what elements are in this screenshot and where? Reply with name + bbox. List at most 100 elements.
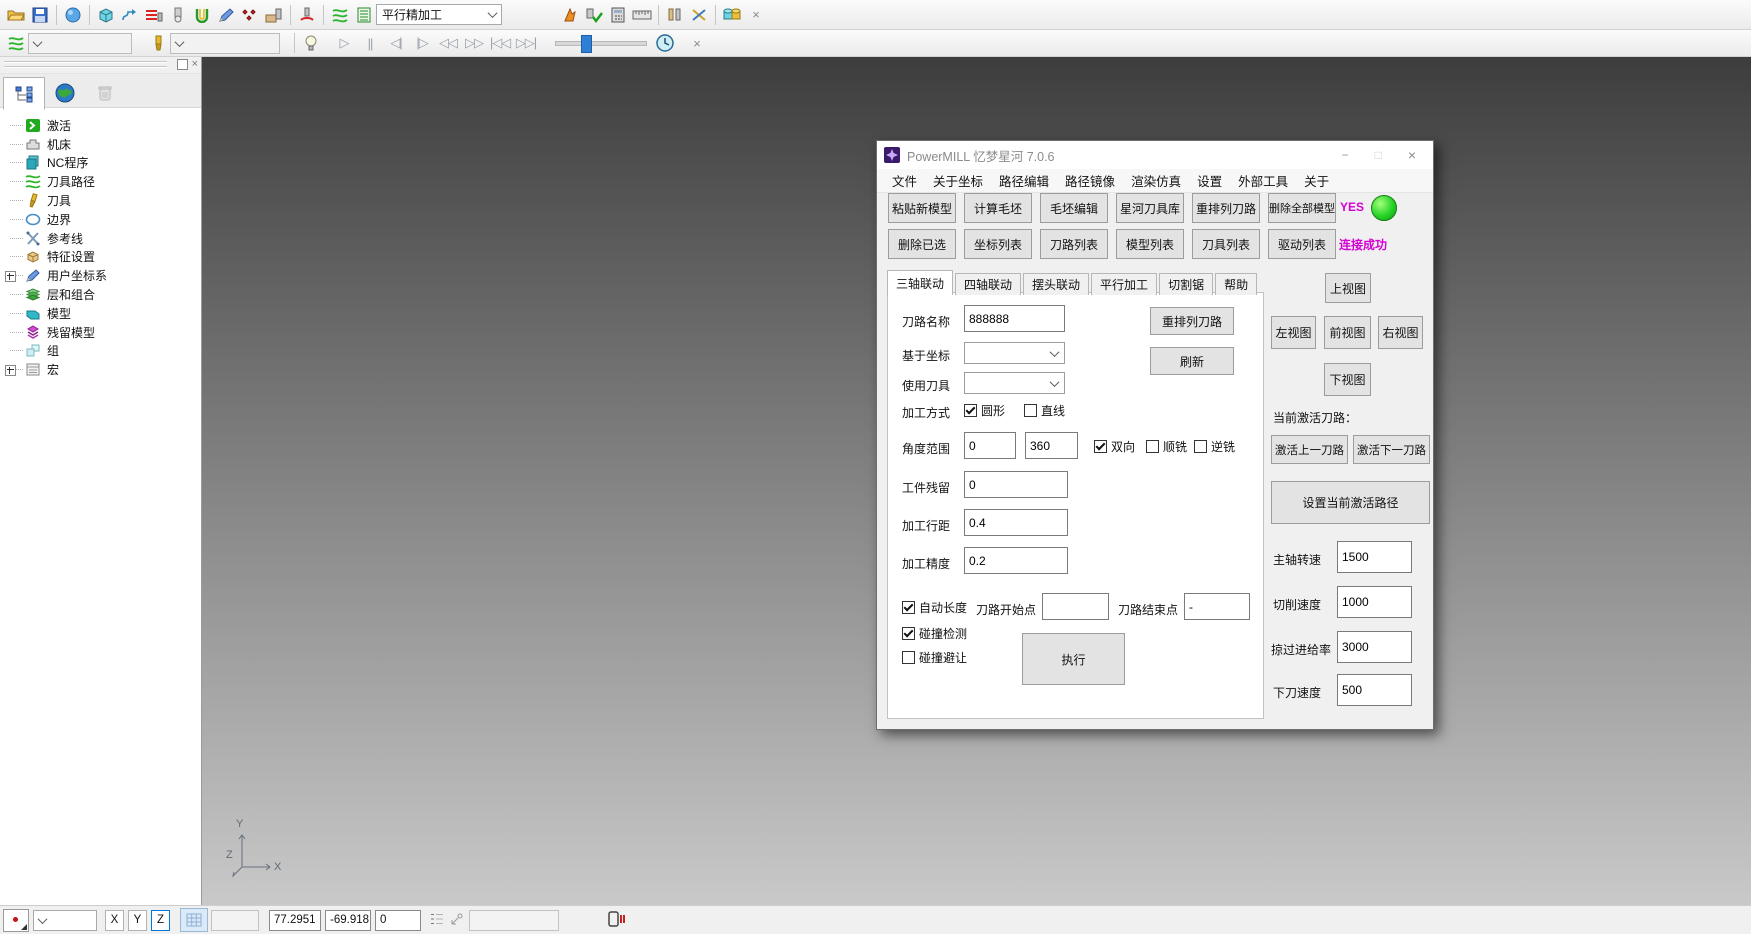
tree-item-toolpaths[interactable]: 刀具路径 bbox=[3, 172, 201, 191]
verify-check-icon[interactable] bbox=[582, 3, 606, 27]
workplane-points-icon[interactable] bbox=[238, 3, 262, 27]
angle-to-input[interactable] bbox=[1025, 432, 1078, 459]
lead-arc-icon[interactable] bbox=[295, 3, 319, 27]
stock-allowance-input[interactable] bbox=[964, 471, 1068, 498]
tree-item-levels-sets[interactable]: 层和组合 bbox=[3, 285, 201, 304]
toolpath-swirl-icon[interactable] bbox=[4, 31, 28, 55]
rearrange-button[interactable]: 重排列刀路 bbox=[1150, 307, 1234, 335]
axis-x-button[interactable]: X bbox=[105, 910, 124, 931]
menu-render-sim[interactable]: 渲染仿真 bbox=[1131, 171, 1181, 190]
view-bottom-button[interactable]: 下视图 bbox=[1324, 363, 1371, 396]
tool-block-icon[interactable] bbox=[262, 3, 286, 27]
grid-toggle-button[interactable] bbox=[180, 908, 208, 932]
expand-icon[interactable] bbox=[5, 271, 16, 282]
model-list-button[interactable]: 模型列表 bbox=[1116, 229, 1184, 259]
spindle-speed-input[interactable] bbox=[1337, 541, 1412, 573]
view-right-button[interactable]: 右视图 bbox=[1378, 316, 1423, 349]
calc-stock-button[interactable]: 计算毛坯 bbox=[964, 193, 1032, 223]
toolpath-name-input[interactable] bbox=[964, 305, 1065, 332]
close-toolbar-icon[interactable]: × bbox=[744, 3, 768, 27]
conventional-checkbox[interactable]: 逆铣 bbox=[1194, 438, 1235, 455]
tree-item-tools[interactable]: 刀具 bbox=[3, 191, 201, 210]
tree-item-boundaries[interactable]: 边界 bbox=[3, 210, 201, 229]
toolpath-list-button[interactable]: 刀路列表 bbox=[1040, 229, 1108, 259]
close-button[interactable]: × bbox=[1408, 147, 1416, 163]
menu-file[interactable]: 文件 bbox=[892, 171, 917, 190]
close-panel-icon[interactable]: × bbox=[192, 58, 198, 70]
line-checkbox[interactable]: 直线 bbox=[1024, 402, 1065, 419]
status-dropdown[interactable] bbox=[33, 910, 97, 931]
tool-library-button[interactable]: 星河刀具库 bbox=[1116, 193, 1184, 223]
rewind-icon[interactable]: ◁◁ bbox=[435, 35, 461, 51]
coord-base-dropdown[interactable] bbox=[964, 342, 1065, 364]
delete-all-models-button[interactable]: 删除全部模型 bbox=[1268, 193, 1336, 223]
tree-item-macros[interactable]: 宏 bbox=[3, 360, 201, 379]
view-top-button[interactable]: 上视图 bbox=[1325, 273, 1371, 303]
collision-check-checkbox[interactable]: 碰撞检测 bbox=[902, 625, 967, 642]
open-project-icon[interactable] bbox=[4, 3, 28, 27]
cursor-x-field[interactable]: 77.2951 bbox=[269, 910, 321, 931]
tab-help[interactable]: 帮助 bbox=[1215, 273, 1257, 295]
tool-pair-icon[interactable] bbox=[663, 3, 687, 27]
menu-path-mirror[interactable]: 路径镜像 bbox=[1065, 171, 1115, 190]
tree-item-patterns[interactable]: 参考线 bbox=[3, 229, 201, 248]
block-icon[interactable] bbox=[94, 3, 118, 27]
tool-ball-icon[interactable] bbox=[166, 3, 190, 27]
activate-prev-button[interactable]: 激活上一刀路 bbox=[1271, 435, 1348, 464]
delete-selected-button[interactable]: 删除已选 bbox=[888, 229, 956, 259]
end-point-input[interactable] bbox=[1184, 593, 1250, 620]
pattern-pencil-icon[interactable] bbox=[214, 3, 238, 27]
paste-new-model-button[interactable]: 粘贴新模型 bbox=[888, 193, 956, 223]
simulation-pause-icon[interactable] bbox=[607, 910, 627, 931]
axis-z-button[interactable]: Z bbox=[151, 910, 170, 931]
shaded-sphere-icon[interactable] bbox=[61, 3, 85, 27]
boundary-icon[interactable] bbox=[190, 3, 214, 27]
feedrate-icon[interactable] bbox=[142, 3, 166, 27]
minimize-button[interactable]: − bbox=[1342, 148, 1349, 162]
step-back-icon[interactable]: ◁| bbox=[383, 35, 409, 51]
edit-stock-button[interactable]: 毛坯编辑 bbox=[1040, 193, 1108, 223]
dialog-titlebar[interactable]: PowerMILL 忆梦星河 7.0.6 − □ × bbox=[877, 141, 1433, 169]
toolpath-dropdown[interactable] bbox=[28, 33, 132, 54]
go-start-icon[interactable]: |◁◁ bbox=[487, 35, 513, 51]
tab-explorer-tree[interactable] bbox=[3, 77, 45, 110]
cursor-snap-icon[interactable] bbox=[3, 909, 29, 932]
coord-list-button[interactable]: 坐标列表 bbox=[964, 229, 1032, 259]
drive-list-button[interactable]: 驱动列表 bbox=[1268, 229, 1336, 259]
climb-checkbox[interactable]: 顺铣 bbox=[1146, 438, 1187, 455]
menu-path-edit[interactable]: 路径编辑 bbox=[999, 171, 1049, 190]
bidirectional-checkbox[interactable]: 双向 bbox=[1094, 438, 1135, 455]
tab-swivel[interactable]: 摆头联动 bbox=[1023, 273, 1089, 295]
rearrange-toolpaths-button[interactable]: 重排列刀路 bbox=[1192, 193, 1260, 223]
tab-parallel[interactable]: 平行加工 bbox=[1091, 273, 1157, 295]
plunge-speed-input[interactable] bbox=[1337, 674, 1412, 706]
grid-size-field[interactable] bbox=[211, 910, 259, 931]
menu-settings[interactable]: 设置 bbox=[1197, 171, 1222, 190]
pause-icon[interactable]: || bbox=[357, 36, 383, 51]
lightbulb-icon[interactable] bbox=[299, 31, 323, 55]
float-panel-icon[interactable] bbox=[177, 59, 188, 70]
cursor-y-field[interactable]: -69.918 bbox=[325, 910, 371, 931]
tree-item-groups[interactable]: 组 bbox=[3, 342, 201, 361]
maximize-button[interactable]: □ bbox=[1375, 148, 1382, 162]
tree-item-nc-programs[interactable]: NC程序 bbox=[3, 154, 201, 173]
tree-item-feature-sets[interactable]: 特征设置 bbox=[3, 248, 201, 267]
auto-length-checkbox[interactable]: 自动长度 bbox=[902, 599, 967, 616]
play-icon[interactable]: ▷ bbox=[331, 35, 357, 51]
menu-coords[interactable]: 关于坐标 bbox=[933, 171, 983, 190]
refresh-button[interactable]: 刷新 bbox=[1150, 347, 1234, 375]
tree-item-models[interactable]: 模型 bbox=[3, 304, 201, 323]
tree-item-machine[interactable]: 机床 bbox=[3, 135, 201, 154]
activate-next-button[interactable]: 激活下一刀路 bbox=[1353, 435, 1430, 464]
ruler-icon[interactable] bbox=[630, 3, 654, 27]
tab-3axis[interactable]: 三轴联动 bbox=[887, 270, 953, 295]
tab-saw[interactable]: 切割锯 bbox=[1159, 273, 1213, 295]
tab-recycle-bin[interactable] bbox=[85, 77, 125, 108]
tree-item-activate[interactable]: 激活 bbox=[3, 116, 201, 135]
axis-y-button[interactable]: Y bbox=[128, 910, 147, 931]
cutting-speed-input[interactable] bbox=[1337, 586, 1412, 618]
start-point-input[interactable] bbox=[1042, 593, 1109, 620]
menu-about[interactable]: 关于 bbox=[1304, 171, 1329, 190]
expand-icon[interactable] bbox=[5, 365, 16, 376]
save-project-icon[interactable] bbox=[28, 3, 52, 27]
